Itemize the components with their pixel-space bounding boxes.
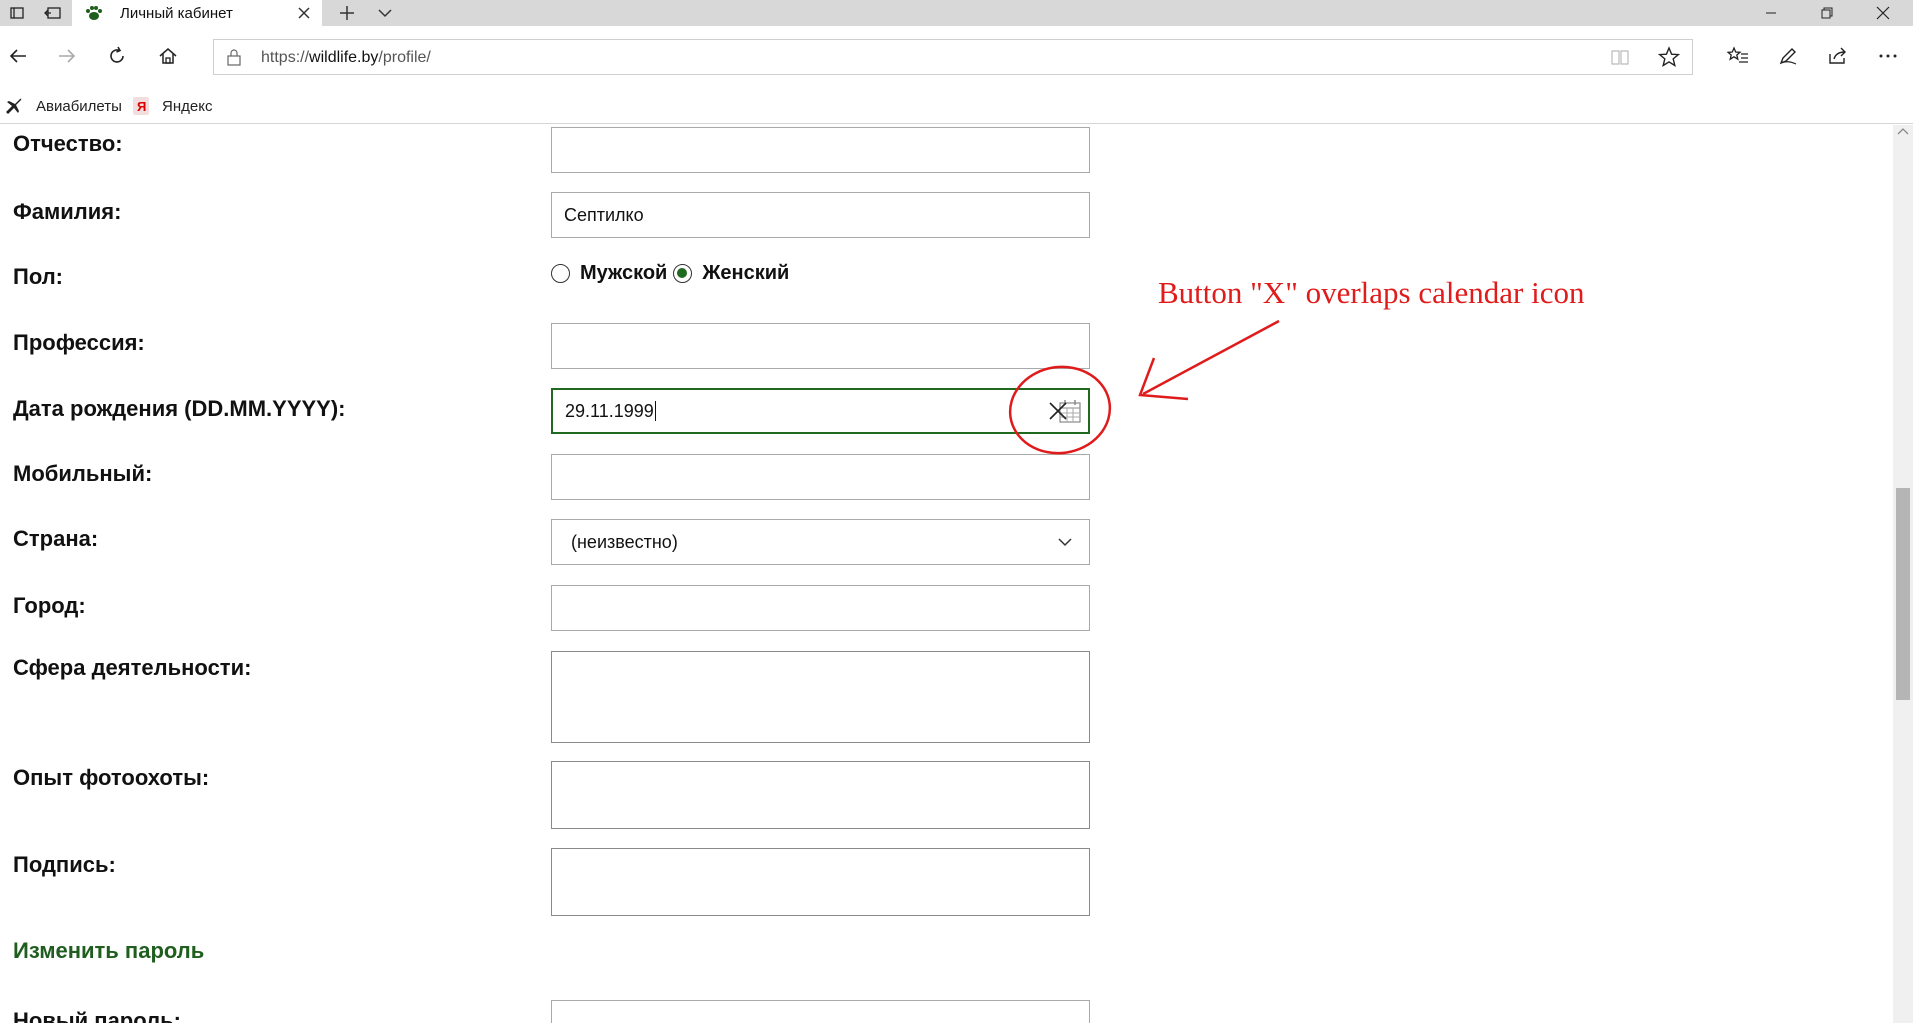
- set-tabs-aside-button[interactable]: [36, 0, 70, 26]
- annotation-arrow: [1142, 319, 1280, 396]
- forward-button[interactable]: [52, 41, 82, 71]
- minimize-button[interactable]: [1741, 0, 1801, 26]
- share-icon: [1829, 47, 1846, 64]
- tab-manager-button[interactable]: [0, 0, 34, 26]
- close-icon: [1876, 6, 1890, 20]
- favorite-item-avia[interactable]: Авиабилеты: [4, 94, 122, 118]
- navigation-bar: https://wildlife.by/profile/: [0, 26, 1913, 90]
- favorite-label: Яндекс: [162, 97, 213, 115]
- scroll-up-arrow-icon[interactable]: [1897, 127, 1909, 135]
- tab-active[interactable]: Личный кабинет: [72, 0, 322, 26]
- plane-icon: [6, 98, 22, 114]
- paw-icon: [86, 6, 102, 20]
- scrollbar-thumb[interactable]: [1896, 488, 1910, 700]
- page-scrollbar[interactable]: [1893, 125, 1913, 1023]
- close-window-button[interactable]: [1853, 0, 1913, 26]
- plus-icon: [340, 6, 354, 20]
- favorite-star-icon[interactable]: [1658, 46, 1680, 68]
- forward-arrow-icon: [59, 49, 76, 63]
- chevron-down-icon: [378, 9, 392, 18]
- url-text: https://wildlife.by/profile/: [261, 49, 431, 66]
- tab-preview-button[interactable]: [368, 0, 402, 26]
- lock-icon: [227, 49, 241, 66]
- web-note-button[interactable]: [1773, 41, 1803, 71]
- reading-view-icon[interactable]: [1610, 48, 1630, 66]
- share-button[interactable]: [1823, 41, 1853, 71]
- refresh-icon: [110, 46, 124, 63]
- tab-bar: Личный кабинет: [0, 0, 1913, 26]
- profile-page: Отчество: Фамилия: Септилко Пол: Мужской…: [0, 125, 1893, 1023]
- back-button[interactable]: [3, 41, 33, 71]
- favorites-list-icon: [1727, 46, 1748, 63]
- back-arrow-icon: [9, 49, 26, 63]
- address-bar[interactable]: https://wildlife.by/profile/: [213, 39, 1693, 75]
- set-aside-icon: [44, 7, 61, 19]
- favorite-label: Авиабилеты: [36, 97, 122, 115]
- home-button[interactable]: [153, 41, 183, 71]
- tabs-aside-icon: [10, 7, 24, 19]
- home-icon: [159, 48, 177, 64]
- more-dots-icon: [1879, 54, 1897, 58]
- restore-icon: [1821, 7, 1833, 19]
- yandex-icon: Я: [133, 97, 149, 115]
- svg-text:Я: Я: [137, 99, 146, 114]
- tab-title: Личный кабинет: [120, 4, 233, 22]
- annotation-circle: [1008, 365, 1112, 455]
- new-tab-button[interactable]: [330, 0, 364, 26]
- restore-button[interactable]: [1797, 0, 1857, 26]
- minimize-icon: [1766, 12, 1776, 14]
- favorites-hub-button[interactable]: [1723, 41, 1753, 71]
- favorite-item-yandex[interactable]: Я Яндекс: [132, 94, 212, 118]
- refresh-button[interactable]: [102, 41, 132, 71]
- favorites-bar: Авиабилеты Я Яндекс: [0, 90, 1913, 124]
- close-tab-icon[interactable]: [294, 3, 314, 23]
- annotation-overlay: [1008, 319, 1280, 455]
- pen-icon: [1779, 48, 1797, 65]
- more-options-button[interactable]: [1873, 41, 1903, 71]
